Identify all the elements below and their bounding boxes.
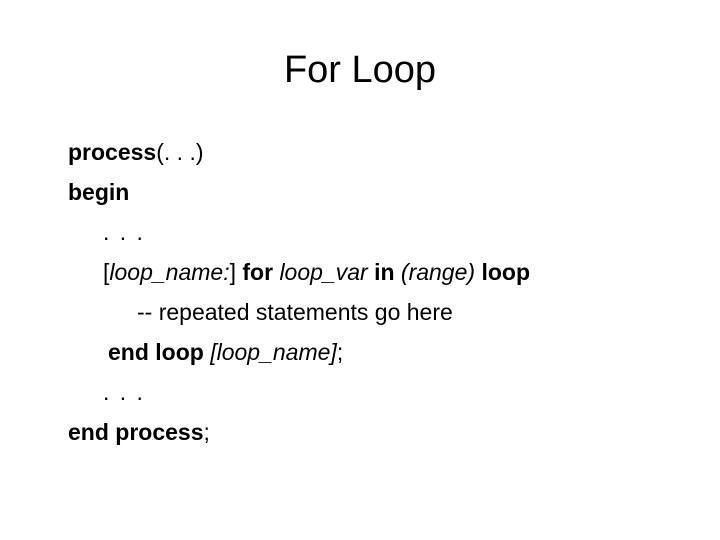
code-segment: ; [203,419,210,445]
code-segment: . . . [103,219,145,245]
code-segment: (range) [400,259,476,285]
code-segment: process [68,139,157,165]
code-block: process(. . .) begin . . . [loop_name:] for… [68,132,668,452]
code-segment: ; [336,339,344,365]
code-segment: loop_name: [109,259,230,285]
code-segment: -- repeated statements go here [137,299,453,325]
code-segment: begin [68,179,130,205]
slide: For Loop process(. . .) begin . . . [loop_n… [0,0,720,540]
line-end-process: end process; [68,412,668,452]
code-segment: (. . .) [156,139,204,165]
code-segment: end process [68,419,204,445]
code-segment: [loop_name] [210,339,337,365]
page-title: For Loop [283,49,437,91]
line-process: process(. . .) [68,132,668,172]
line-comment: -- repeated statements go here [68,292,668,332]
line-begin: begin [68,172,668,212]
code-segment: . . . [103,379,145,405]
code-segment: in [374,259,395,285]
line-ellipsis-top: . . . [68,212,668,252]
code-segment: end loop [108,339,204,365]
code-segment: loop_var [279,259,368,285]
line-ellipsis-bottom: . . . [68,372,668,412]
code-segment: for [242,259,274,285]
code-segment: loop [481,259,530,285]
line-for: [loop_name:] for loop_var in (range) loo… [68,252,668,292]
line-end-loop: end loop [loop_name]; [68,332,668,372]
